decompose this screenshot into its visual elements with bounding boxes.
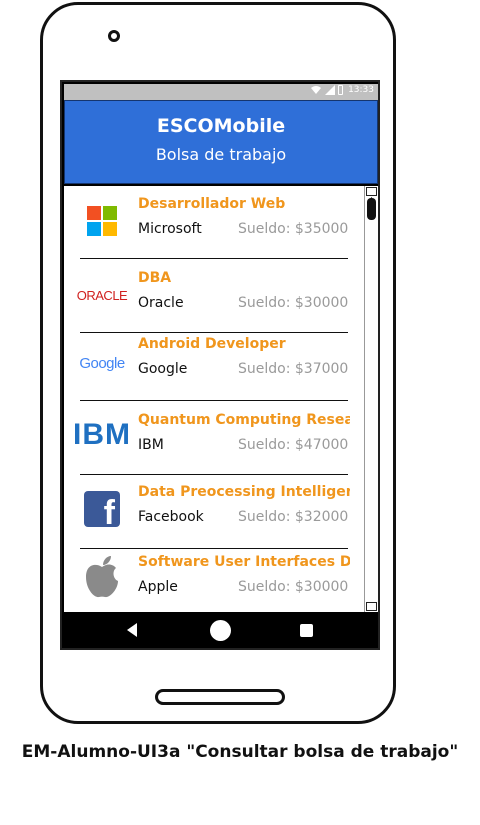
microsoft-logo-icon xyxy=(76,200,128,242)
job-item-facebook[interactable]: f Data Preocessing Intelligence Facebook… xyxy=(64,484,364,554)
vertical-scrollbar[interactable] xyxy=(364,186,378,617)
google-logo-icon: Google xyxy=(79,354,125,372)
phone-screen: 13:33 ESCOMobile Bolsa de trabajo Desarr… xyxy=(60,80,380,650)
app-header: ESCOMobile Bolsa de trabajo xyxy=(64,100,378,184)
job-item-oracle[interactable]: ORACLE DBA Oracle Sueldo: $30000 xyxy=(64,270,364,340)
job-title: Quantum Computing Resea xyxy=(138,412,350,428)
status-time: 13:33 xyxy=(348,85,374,95)
job-salary: Sueldo: $47000 xyxy=(238,437,349,453)
job-company: IBM xyxy=(138,437,164,453)
wifi-icon xyxy=(311,86,322,94)
diagram-caption: EM-Alumno-UI3a "Consultar bolsa de traba… xyxy=(21,742,459,762)
job-salary: Sueldo: $35000 xyxy=(238,221,349,237)
back-icon[interactable] xyxy=(126,622,138,638)
job-salary: Sueldo: $32000 xyxy=(238,509,349,525)
navigation-bar xyxy=(64,612,378,648)
divider xyxy=(80,258,348,259)
signal-icon xyxy=(325,85,336,95)
page-subtitle: Bolsa de trabajo xyxy=(155,145,287,164)
job-item-ibm[interactable]: IBM Quantum Computing Resea IBM Sueldo: … xyxy=(64,412,364,482)
facebook-logo-icon: f xyxy=(76,488,128,530)
job-salary: Sueldo: $30000 xyxy=(238,579,349,595)
recent-apps-icon[interactable] xyxy=(300,624,313,637)
apple-logo-icon xyxy=(76,556,128,598)
scroll-down-button[interactable] xyxy=(366,602,377,617)
job-item-microsoft[interactable]: Desarrollador Web Microsoft Sueldo: $350… xyxy=(64,196,364,266)
camera-dot xyxy=(108,30,120,42)
job-list: Desarrollador Web Microsoft Sueldo: $350… xyxy=(64,186,364,612)
job-company: Apple xyxy=(138,579,178,595)
phone-home-button xyxy=(155,689,285,705)
battery-icon xyxy=(338,85,344,95)
job-title: DBA xyxy=(138,270,172,286)
job-company: Facebook xyxy=(138,509,204,525)
job-title: Desarrollador Web xyxy=(138,196,286,212)
job-company: Oracle xyxy=(138,295,184,311)
job-title: Data Preocessing Intelligence xyxy=(138,484,350,500)
divider xyxy=(80,548,348,549)
scroll-thumb[interactable] xyxy=(367,198,376,220)
job-salary: Sueldo: $37000 xyxy=(238,361,349,377)
oracle-logo-icon: ORACLE xyxy=(76,287,128,303)
status-bar: 13:33 xyxy=(64,84,378,100)
divider xyxy=(80,474,348,475)
ibm-logo-icon: IBM xyxy=(73,418,131,451)
job-salary: Sueldo: $30000 xyxy=(238,295,349,311)
job-company: Microsoft xyxy=(138,221,202,237)
divider xyxy=(80,400,348,401)
job-item-apple[interactable]: Software User Interfaces Des Apple Sueld… xyxy=(64,554,364,612)
job-title: Android Developer xyxy=(138,336,286,352)
divider xyxy=(80,332,348,333)
job-company: Google xyxy=(138,361,188,377)
home-icon[interactable] xyxy=(210,620,231,641)
job-item-google[interactable]: Google Android Developer Google Sueldo: … xyxy=(64,336,364,406)
app-title: ESCOMobile xyxy=(156,115,286,137)
scroll-up-button[interactable] xyxy=(366,187,377,202)
job-title: Software User Interfaces Des xyxy=(138,554,350,570)
